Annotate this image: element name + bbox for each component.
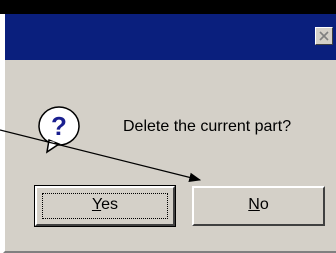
confirm-dialog: ? Delete the current part? Yes No xyxy=(3,14,336,253)
no-label-rest: o xyxy=(259,196,269,213)
close-button[interactable] xyxy=(315,27,333,45)
svg-text:?: ? xyxy=(51,111,67,141)
yes-button[interactable]: Yes xyxy=(34,185,176,227)
dialog-message: Delete the current part? xyxy=(123,118,292,135)
no-button[interactable]: No xyxy=(192,186,325,226)
focus-ring xyxy=(42,193,168,219)
question-icon: ? xyxy=(38,106,80,154)
no-mnemonic: N xyxy=(248,196,260,213)
close-icon xyxy=(319,31,329,41)
screenshot-stage: ? Delete the current part? Yes No xyxy=(0,0,336,253)
top-border xyxy=(0,0,336,14)
dialog-titlebar xyxy=(5,14,336,60)
